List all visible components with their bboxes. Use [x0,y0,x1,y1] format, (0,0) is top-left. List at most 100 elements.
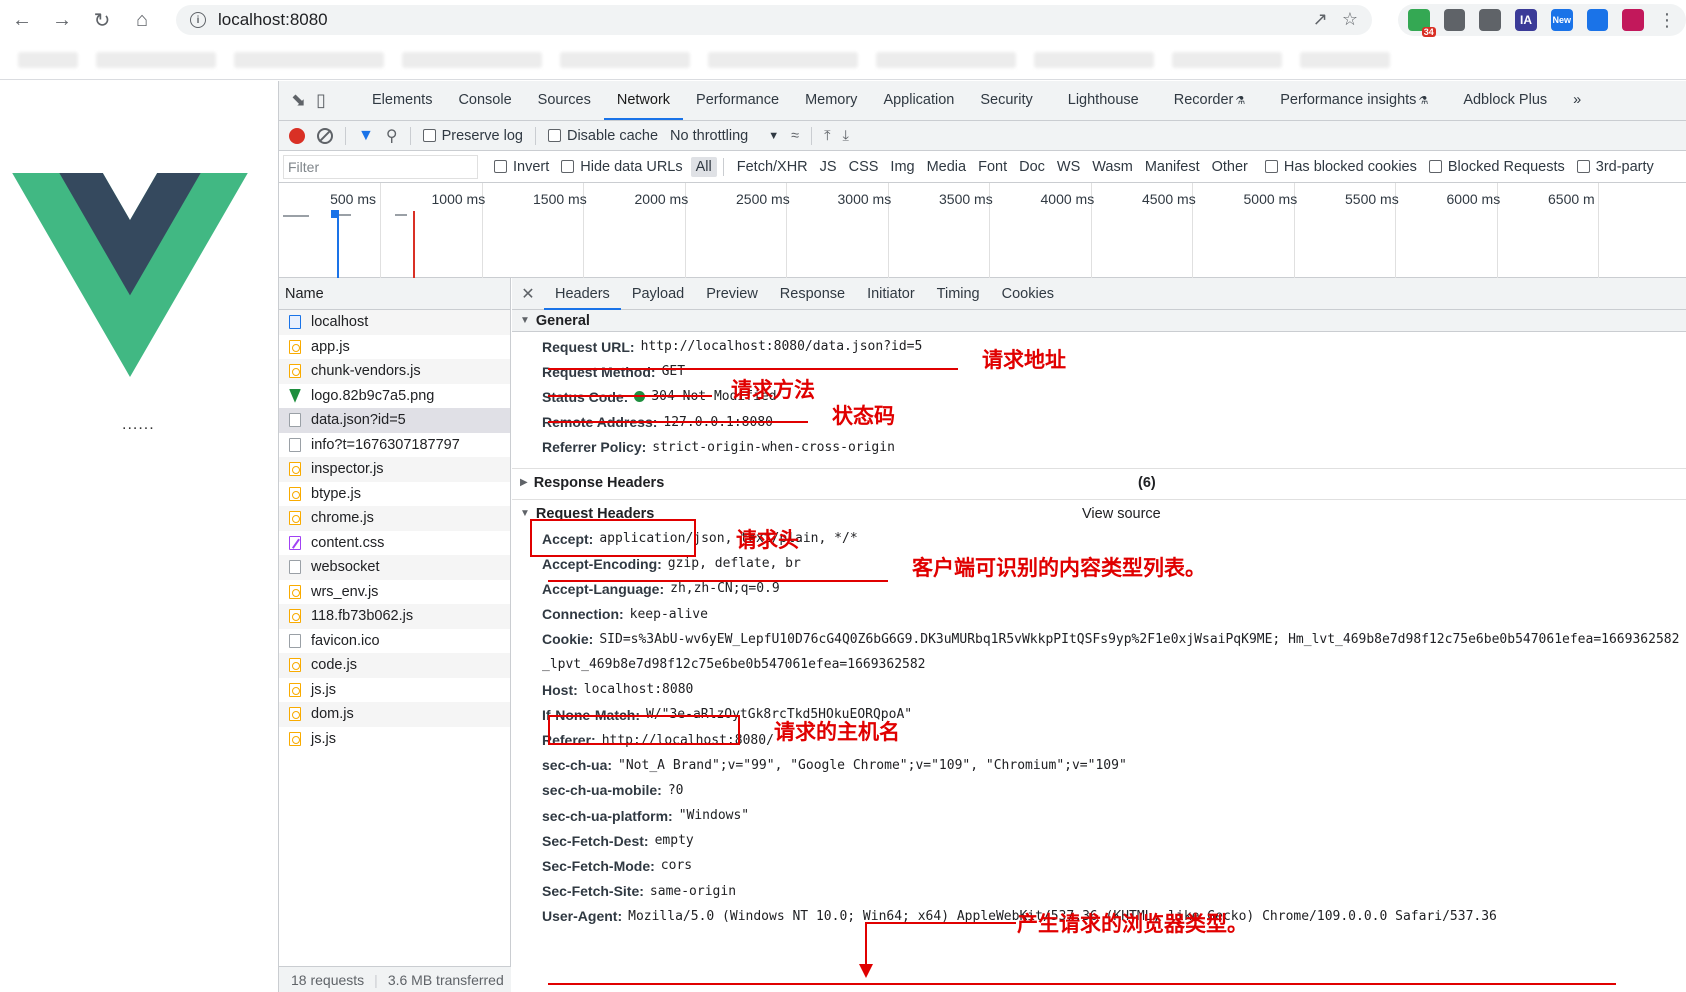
request-row[interactable]: inspector.js [279,457,510,482]
more-tabs-chevron-icon[interactable]: » [1560,80,1594,120]
request-row[interactable]: localhost [279,310,510,335]
request-row[interactable]: data.json?id=5 [279,408,510,433]
close-details-icon[interactable]: ✕ [512,284,544,304]
request-row[interactable]: chunk-vendors.js [279,359,510,384]
header-value[interactable]: SID=s%3AbU-wv6yEW_LepfU10D76cG4Q0Z6bG6G9… [599,632,1679,647]
network-overview-timeline[interactable]: 500 ms 1000 ms 1500 ms 2000 ms 2500 ms 3000 m… [279,183,1686,278]
details-tab-preview[interactable]: Preview [695,278,769,310]
tab-sources[interactable]: Sources [525,80,604,120]
dropdown-arrow-icon[interactable]: ▼ [768,130,779,142]
type-filter-doc[interactable]: Doc [1014,157,1050,177]
header-value[interactable]: http://localhost:8080/data.json?id=5 [641,339,923,354]
header-value[interactable]: localhost:8080 [584,682,694,697]
view-source-link[interactable]: View source [1082,506,1161,522]
tab-recorder[interactable]: Recorder ⚗ [1152,80,1259,120]
header-value[interactable]: same-origin [650,884,736,899]
header-value[interactable]: keep-alive [630,607,708,622]
request-row[interactable]: content.css [279,531,510,556]
request-row[interactable]: logo.82b9c7a5.png [279,384,510,409]
search-icon[interactable]: ⚲ [386,126,398,146]
blocked-requests-checkbox[interactable]: Blocked Requests [1428,159,1565,175]
type-filter-all[interactable]: All [690,156,717,177]
type-filter-media[interactable]: Media [922,157,972,177]
request-row[interactable]: websocket [279,555,510,580]
type-filter-js[interactable]: JS [815,157,842,177]
share-icon[interactable]: ↗ [1313,9,1328,30]
throttling-select[interactable]: No throttling [670,128,748,144]
header-value[interactable]: GET [662,364,685,379]
invert-checkbox[interactable]: Invert [494,159,549,175]
request-row[interactable]: js.js [279,678,510,703]
request-row[interactable]: code.js [279,653,510,678]
address-url[interactable]: localhost:8080 [218,10,328,30]
type-filter-img[interactable]: Img [885,157,919,177]
filter-funnel-icon[interactable]: ▼ [358,127,374,145]
details-tab-headers[interactable]: Headers [544,278,621,310]
tab-network[interactable]: Network [603,80,684,120]
clear-icon[interactable] [317,127,333,144]
tab-performance[interactable]: Performance [683,80,792,120]
network-conditions-icon[interactable]: ≈ [791,128,799,144]
site-info-icon[interactable]: i [190,12,206,28]
request-row[interactable]: btype.js [279,482,510,507]
name-column-header[interactable]: Name [279,278,510,310]
back-arrow-icon[interactable]: ← [4,2,40,38]
request-row[interactable]: js.js [279,727,510,752]
header-value[interactable]: strict-origin-when-cross-origin [652,440,895,455]
new-extension-icon[interactable]: New [1550,9,1573,31]
response-headers-section-header[interactable]: ▶ Response Headers (6) [512,471,1686,495]
has-blocked-cookies-checkbox[interactable]: Has blocked cookies [1264,159,1417,175]
tab-console[interactable]: Console [445,80,524,120]
hide-data-urls-checkbox[interactable]: Hide data URLs [561,159,683,175]
eyedropper-icon[interactable] [1479,9,1502,31]
device-toolbar-icon[interactable]: ▯ [316,90,326,111]
header-value[interactable]: ?0 [668,783,684,798]
details-tab-payload[interactable]: Payload [621,278,695,310]
ia-extension-icon[interactable]: IA [1515,9,1537,31]
request-row[interactable]: favicon.ico [279,629,510,654]
type-filter-css[interactable]: CSS [844,157,884,177]
general-section-header[interactable]: ▼ General [512,310,1686,332]
details-tab-timing[interactable]: Timing [926,278,991,310]
request-row[interactable]: app.js [279,335,510,360]
inspect-element-icon[interactable]: ⬊ [291,90,306,111]
request-row[interactable]: info?t=1676307187797 [279,433,510,458]
type-filter-fetch-xhr[interactable]: Fetch/XHR [732,157,813,177]
tab-lighthouse[interactable]: Lighthouse [1046,80,1152,120]
tab-security[interactable]: Security [967,80,1045,120]
home-icon[interactable]: ⌂ [124,2,160,38]
type-filter-manifest[interactable]: Manifest [1140,157,1205,177]
request-row[interactable]: dom.js [279,702,510,727]
disable-cache-checkbox[interactable]: Disable cache [547,128,658,144]
header-value[interactable]: empty [655,833,694,848]
third-party-checkbox[interactable]: 3rd-party [1576,159,1654,175]
export-har-icon[interactable]: ⤓ [843,128,849,144]
header-value[interactable]: gzip, deflate, br [668,556,801,571]
details-tab-response[interactable]: Response [769,278,856,310]
header-value[interactable]: "Windows" [679,808,749,823]
preserve-log-checkbox[interactable]: Preserve log [422,128,523,144]
more-menu-icon[interactable]: ⋮ [1658,10,1676,31]
request-row[interactable]: chrome.js [279,506,510,531]
forward-arrow-icon[interactable]: → [44,2,80,38]
reload-icon[interactable]: ↻ [84,2,120,38]
request-row[interactable]: 118.fb73b062.js [279,604,510,629]
type-filter-other[interactable]: Other [1207,157,1253,177]
address-bar[interactable]: i localhost:8080 ↗ ☆ [176,5,1372,35]
header-value[interactable]: _lpvt_469b8e7d98f12c75e6be0b547061efea=1… [542,657,926,672]
tab-memory[interactable]: Memory [792,80,870,120]
type-filter-font[interactable]: Font [973,157,1012,177]
details-tab-initiator[interactable]: Initiator [856,278,926,310]
header-value[interactable]: cors [661,858,692,873]
tab-adblock-plus[interactable]: Adblock Plus [1441,80,1560,120]
calendar-extension-icon[interactable] [1443,9,1466,31]
tab-elements[interactable]: Elements [359,80,445,120]
filter-input[interactable]: Filter [283,154,478,179]
bookmark-star-icon[interactable]: ☆ [1342,9,1358,30]
extension-puzzle-icon[interactable]: 34 [1408,9,1436,37]
tab-performance-insights[interactable]: Performance insights ⚗ [1258,80,1441,120]
type-filter-ws[interactable]: WS [1052,157,1085,177]
type-filter-wasm[interactable]: Wasm [1087,157,1138,177]
record-icon[interactable] [289,127,305,144]
request-row[interactable]: wrs_env.js [279,580,510,605]
